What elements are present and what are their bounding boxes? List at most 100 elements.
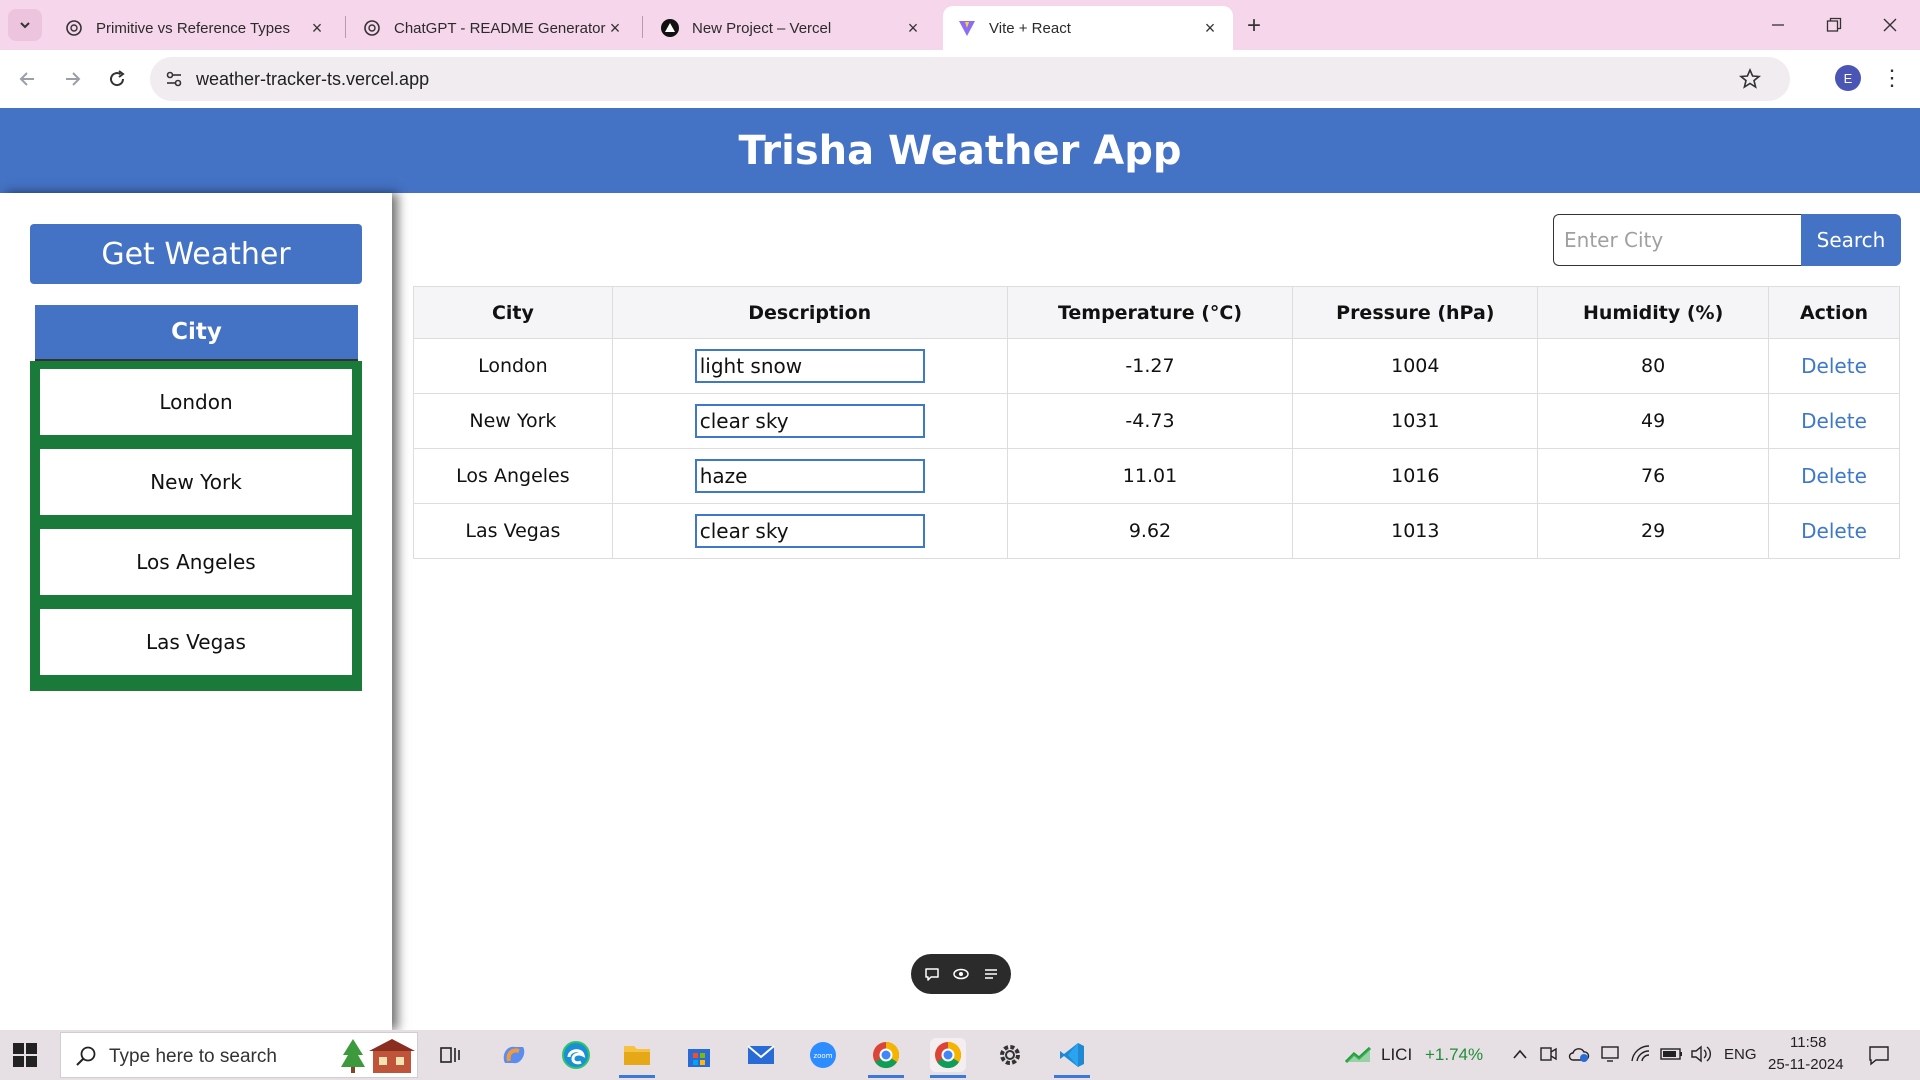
minimize-icon [1772, 24, 1784, 26]
close-icon [1883, 18, 1897, 32]
new-tab-button[interactable]: + [1240, 12, 1268, 40]
city-list-item-las-vegas[interactable]: Las Vegas [40, 609, 352, 675]
cell-description [611, 338, 1008, 394]
address-bar[interactable]: weather-tracker-ts.vercel.app [150, 57, 1790, 101]
menu-kebab-icon[interactable]: ⋮ [1880, 64, 1904, 92]
tab-primitive-vs-reference[interactable]: Primitive vs Reference Types × [50, 6, 340, 50]
weather-table: City Description Temperature (°C) Pressu… [413, 286, 1900, 559]
cell-humidity: 29 [1537, 503, 1770, 559]
vite-icon [957, 18, 977, 38]
tab-search-button[interactable] [8, 9, 42, 41]
column-header-pressure: Pressure (hPa) [1292, 286, 1539, 339]
chevron-up-icon[interactable] [1512, 1048, 1528, 1060]
cell-description [611, 448, 1008, 504]
windows-taskbar: Type here to search zoom LICI +1.74% ENG… [0, 1030, 1920, 1080]
tab-separator [345, 16, 346, 38]
delete-button[interactable]: Delete [1801, 464, 1867, 488]
notification-icon[interactable] [1868, 1044, 1890, 1066]
tab-title: Vite + React [989, 19, 1071, 37]
cell-pressure: 1016 [1292, 448, 1539, 504]
column-header-action: Action [1768, 286, 1900, 339]
profile-avatar[interactable]: E [1835, 65, 1861, 91]
city-list-item-los-angeles[interactable]: Los Angeles [40, 529, 352, 595]
vercel-icon [660, 18, 680, 38]
comment-icon[interactable] [923, 965, 941, 983]
tab-title: Primitive vs Reference Types [96, 19, 290, 37]
search-button[interactable]: Search [1801, 214, 1901, 266]
description-input[interactable] [694, 514, 925, 548]
eye-icon[interactable] [952, 965, 970, 983]
copilot-icon[interactable] [496, 1038, 532, 1072]
microsoft-store-icon[interactable] [681, 1038, 717, 1072]
chevron-down-icon [20, 22, 30, 29]
column-header-temperature: Temperature (°C) [1006, 286, 1294, 339]
language-indicator[interactable]: ENG [1724, 1046, 1757, 1063]
clock-date[interactable]: 25-11-2024 [1768, 1056, 1844, 1073]
tab-chatgpt-readme[interactable]: ChatGPT - README Generator × [348, 6, 638, 50]
cell-action: Delete [1768, 338, 1900, 394]
site-settings-icon[interactable] [164, 69, 184, 89]
tab-vite-react[interactable]: Vite + React × [943, 6, 1233, 50]
cloud-sync-icon[interactable] [1568, 1044, 1590, 1064]
description-input[interactable] [694, 404, 925, 438]
holiday-tree-icon [341, 1039, 415, 1073]
cell-action: Delete [1768, 393, 1900, 449]
cell-pressure: 1031 [1292, 393, 1539, 449]
close-icon[interactable]: × [1201, 18, 1219, 38]
cell-temperature: 11.01 [1006, 448, 1294, 504]
mail-icon[interactable] [743, 1038, 779, 1072]
chrome-profile-icon[interactable] [868, 1038, 904, 1078]
task-view-icon[interactable] [432, 1038, 468, 1072]
forward-button[interactable] [57, 64, 87, 94]
cell-temperature: -4.73 [1006, 393, 1294, 449]
cell-humidity: 80 [1537, 338, 1770, 394]
table-header-row: City Description Temperature (°C) Pressu… [413, 286, 1900, 339]
file-explorer-icon[interactable] [619, 1038, 655, 1078]
close-icon[interactable]: × [606, 18, 624, 38]
tab-vercel[interactable]: New Project – Vercel × [646, 6, 936, 50]
description-input[interactable] [694, 349, 925, 383]
chatgpt-icon [64, 18, 84, 38]
minimize-button[interactable] [1750, 0, 1806, 50]
city-search-form: Search [1553, 214, 1901, 266]
edge-browser-icon[interactable] [558, 1038, 594, 1072]
vscode-icon[interactable] [1054, 1038, 1090, 1078]
page-title: Trisha Weather App [738, 127, 1182, 174]
tab-title: ChatGPT - README Generator [394, 19, 606, 37]
camera-icon[interactable] [1538, 1044, 1558, 1064]
cell-action: Delete [1768, 448, 1900, 504]
settings-gear-icon[interactable] [992, 1038, 1028, 1072]
bookmark-star-icon[interactable] [1738, 67, 1762, 91]
close-icon[interactable]: × [308, 18, 326, 38]
volume-icon[interactable] [1690, 1044, 1712, 1064]
wifi-icon[interactable] [1630, 1044, 1652, 1064]
city-list-item-london[interactable]: London [40, 369, 352, 435]
back-button[interactable] [13, 64, 43, 94]
table-row: Las Vegas 9.62 1013 29 Delete [413, 503, 1900, 559]
stock-change: +1.74% [1425, 1045, 1484, 1064]
close-icon[interactable]: × [904, 18, 922, 38]
tab-title: New Project – Vercel [692, 19, 832, 37]
delete-button[interactable]: Delete [1801, 409, 1867, 433]
get-weather-button[interactable]: Get Weather [30, 224, 362, 284]
close-window-button[interactable] [1862, 0, 1918, 50]
windows-start-icon[interactable] [12, 1042, 38, 1068]
delete-button[interactable]: Delete [1801, 519, 1867, 543]
cell-city: Los Angeles [413, 448, 613, 504]
restore-button[interactable] [1806, 0, 1862, 50]
clock-time[interactable]: 11:58 [1790, 1034, 1826, 1051]
reload-button[interactable] [102, 64, 132, 94]
zoom-icon[interactable]: zoom [805, 1038, 841, 1072]
chrome-active-icon[interactable] [930, 1038, 966, 1078]
taskbar-search-box[interactable]: Type here to search [60, 1032, 418, 1078]
cell-action: Delete [1768, 503, 1900, 559]
tab-separator [642, 16, 643, 38]
display-icon[interactable] [1600, 1044, 1620, 1064]
delete-button[interactable]: Delete [1801, 354, 1867, 378]
list-icon[interactable] [982, 965, 1000, 983]
city-search-input[interactable] [1553, 214, 1801, 266]
city-list-item-new-york[interactable]: New York [40, 449, 352, 515]
battery-icon[interactable] [1660, 1046, 1684, 1062]
stock-trend-icon[interactable] [1344, 1046, 1372, 1064]
description-input[interactable] [694, 459, 925, 493]
